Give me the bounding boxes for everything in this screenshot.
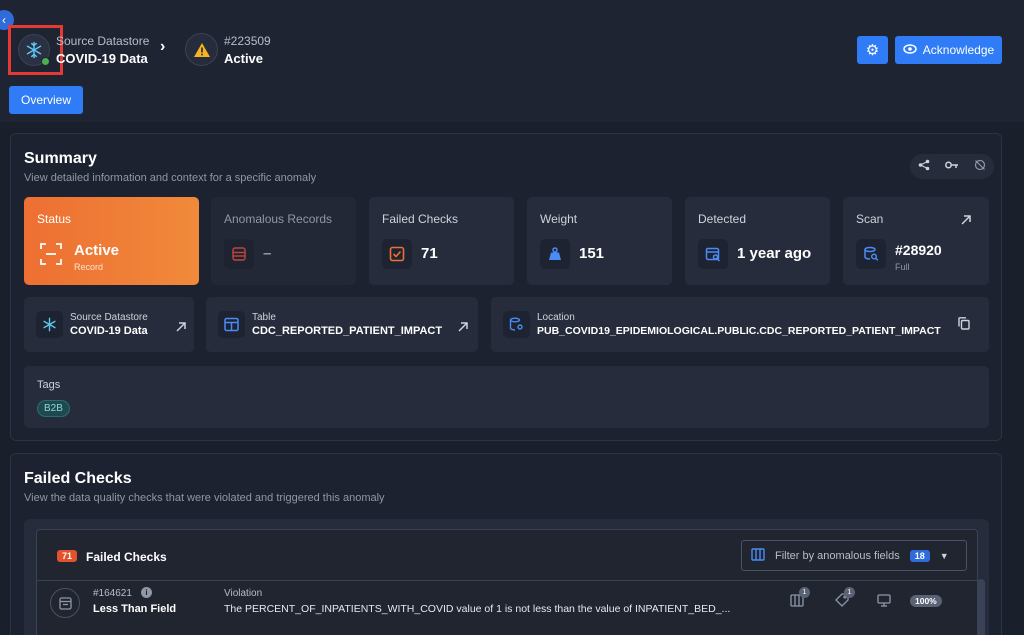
summary-panel: Summary View detailed information and co…	[10, 133, 1002, 441]
database-location-icon	[503, 311, 530, 338]
detected-card-value: 1 year ago	[737, 245, 812, 262]
tab-overview[interactable]: Overview	[9, 86, 83, 114]
table-info-card[interactable]: Table CDC_REPORTED_PATIENT_IMPACT	[206, 297, 478, 352]
datastore-info-label: Source Datastore	[70, 312, 148, 323]
external-link-icon[interactable]	[961, 212, 971, 230]
check-type-icon	[50, 588, 80, 618]
status-card-title: Status	[37, 212, 72, 226]
share-icon[interactable]	[918, 159, 930, 174]
eye-icon	[903, 43, 917, 57]
visibility-off-icon[interactable]	[974, 159, 986, 174]
snowflake-icon	[36, 311, 63, 338]
chevron-right-icon: ›	[160, 38, 166, 55]
copy-icon[interactable]	[958, 317, 970, 335]
summary-actions	[910, 154, 994, 179]
external-link-icon[interactable]	[176, 319, 186, 337]
status-card-value: Active	[74, 242, 120, 259]
external-link-icon[interactable]	[458, 319, 468, 337]
anomalous-fields-filter[interactable]: Filter by anomalous fields 18 ▼	[741, 540, 967, 571]
failed-checks-container: 71 Failed Checks Filter by anomalous fie…	[24, 519, 989, 635]
table-info-label: Table	[252, 312, 276, 323]
table-row[interactable]: #164621 i Less Than Field Violation The …	[37, 580, 977, 625]
location-info-label: Location	[537, 312, 575, 323]
scan-card-sub: Full	[895, 262, 910, 272]
weight-icon	[540, 239, 570, 269]
tag-chip[interactable]: B2B	[37, 400, 70, 417]
scan-card[interactable]: Scan #28920 Full	[843, 197, 989, 285]
summary-title: Summary	[24, 150, 97, 167]
failed-checks-panel: Failed Checks View the data quality chec…	[10, 453, 1002, 635]
status-card: Status Active Record	[24, 197, 199, 285]
records-table-icon	[224, 239, 254, 269]
summary-subtitle: View detailed information and context fo…	[24, 172, 317, 184]
columns-icon	[751, 547, 765, 564]
failed-checks-count-badge: 71	[57, 550, 78, 562]
detected-card: Detected 1 year ago	[685, 197, 830, 285]
acknowledge-label: Acknowledge	[922, 43, 995, 57]
status-dot	[41, 57, 50, 66]
anomaly-status: Active	[224, 51, 264, 66]
tags-card: Tags B2B	[24, 366, 989, 428]
failed-checks-card-title: Failed Checks	[382, 212, 459, 226]
scan-search-icon	[856, 239, 886, 269]
calendar-search-icon	[698, 239, 728, 269]
table-icon	[218, 311, 245, 338]
status-card-sub: Record	[74, 262, 104, 272]
info-icon[interactable]: i	[141, 587, 152, 598]
failed-checks-header-label: Failed Checks	[86, 550, 167, 564]
breadcrumb-datastore-name[interactable]: COVID-19 Data	[56, 51, 148, 66]
key-icon[interactable]	[945, 160, 959, 173]
settings-button[interactable]: ⚙	[857, 36, 888, 64]
anomaly-warning-icon	[185, 33, 218, 66]
tags-count-badge: 1	[844, 587, 855, 598]
failed-checks-title: Failed Checks	[24, 470, 132, 487]
violation-text: The PERCENT_OF_INPATIENTS_WITH_COVID val…	[224, 603, 731, 615]
location-info-value: PUB_COVID19_EPIDEMIOLOGICAL.PUBLIC.CDC_R…	[537, 325, 941, 337]
detected-card-title: Detected	[698, 212, 747, 226]
weight-card-value: 151	[579, 245, 605, 262]
check-name: Less Than Field	[93, 603, 177, 615]
acknowledge-button[interactable]: Acknowledge	[895, 36, 1002, 64]
table-info-value: CDC_REPORTED_PATIENT_IMPACT	[252, 325, 443, 337]
filter-label: Filter by anomalous fields	[775, 549, 900, 562]
record-bracket-icon	[40, 243, 62, 270]
coverage-badge: 100%	[910, 595, 942, 607]
failed-checks-card: Failed Checks 71	[369, 197, 514, 285]
scan-card-title: Scan	[856, 212, 884, 226]
weight-card: Weight 151	[527, 197, 672, 285]
datastore-icon-highlight[interactable]	[8, 25, 63, 75]
fields-count-badge: 1	[799, 587, 810, 598]
checkbox-fail-icon	[382, 239, 412, 269]
anomalous-records-value: –	[263, 245, 272, 262]
anomalous-records-title: Anomalous Records	[224, 212, 333, 226]
location-info-card: Location PUB_COVID19_EPIDEMIOLOGICAL.PUB…	[491, 297, 989, 352]
check-id: #164621	[93, 588, 132, 599]
scrollbar[interactable]	[977, 579, 985, 635]
gear-icon: ⚙	[865, 42, 880, 59]
datastore-info-card[interactable]: Source Datastore COVID-19 Data	[24, 297, 194, 352]
tags-label: Tags	[37, 379, 61, 391]
anomaly-id: #223509	[224, 34, 271, 48]
anomalous-records-card: Anomalous Records –	[211, 197, 356, 285]
failed-checks-table: 71 Failed Checks Filter by anomalous fie…	[36, 529, 978, 635]
filter-count-badge: 18	[909, 549, 930, 562]
caret-down-icon: ▼	[939, 550, 949, 561]
breadcrumb-datastore-label: Source Datastore	[56, 34, 150, 48]
violation-label: Violation	[224, 588, 263, 599]
chevron-left-icon: ‹	[2, 13, 6, 27]
weight-card-title: Weight	[540, 212, 578, 226]
scan-card-value: #28920	[895, 242, 942, 258]
monitor-icon	[877, 594, 891, 612]
datastore-info-value: COVID-19 Data	[70, 325, 148, 337]
failed-checks-subtitle: View the data quality checks that were v…	[24, 492, 385, 504]
failed-checks-card-value: 71	[421, 245, 438, 262]
